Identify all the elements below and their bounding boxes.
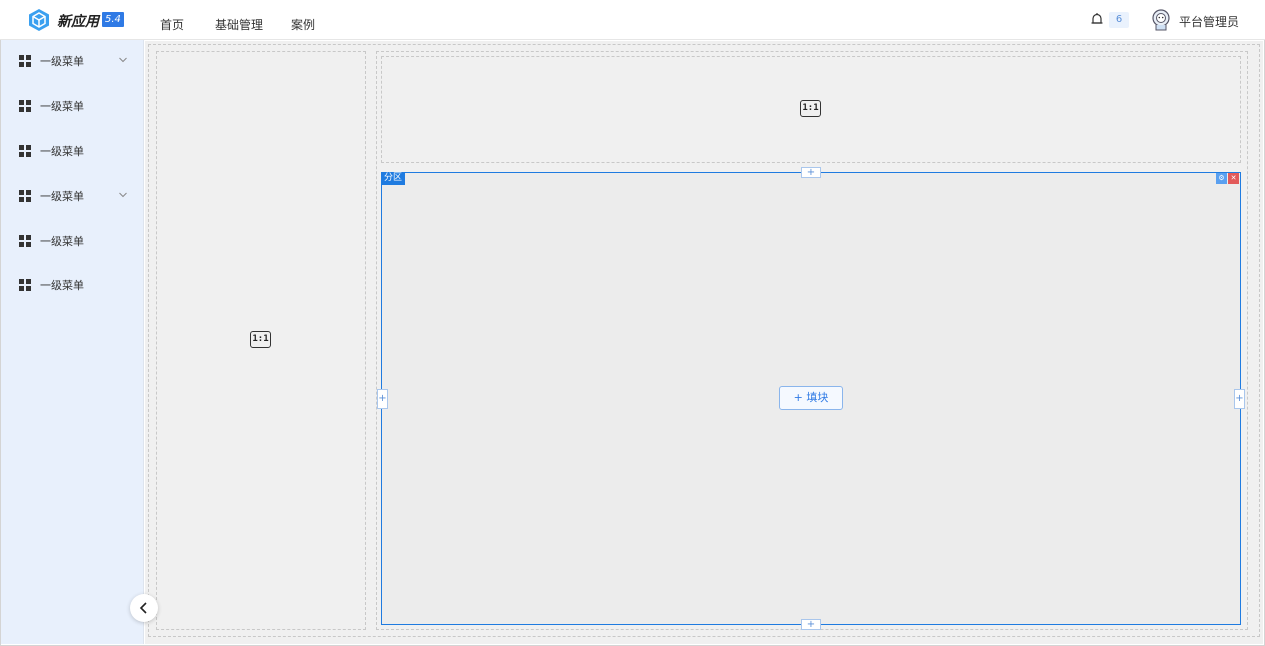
nav-home[interactable]: 首页 (160, 16, 184, 33)
sidebar-item-1[interactable]: 一级菜单 (1, 51, 144, 71)
ratio-icon[interactable]: 1:1 (800, 100, 821, 117)
grid-icon (19, 279, 31, 291)
sidebar-item-label: 一级菜单 (40, 235, 84, 248)
grid-icon (19, 55, 31, 67)
chevron-left-icon (139, 602, 147, 614)
app-logo-icon (29, 9, 49, 31)
sidebar: 一级菜单 一级菜单 一级菜单 一级菜单 一级菜单 一级菜单 (1, 40, 144, 644)
chevron-down-icon (119, 57, 127, 63)
top-header: 新应用 5.4 首页 基础管理 案例 6 平台管理员 (0, 0, 1265, 40)
add-left-button[interactable]: + (377, 389, 388, 409)
sidebar-item-label: 一级菜单 (40, 279, 84, 292)
sidebar-item-label: 一级菜单 (40, 145, 84, 158)
plus-icon: + (793, 391, 803, 404)
chevron-down-icon (119, 192, 127, 198)
nav-basic-management[interactable]: 基础管理 (215, 16, 263, 33)
sidebar-item-label: 一级菜单 (40, 100, 84, 113)
fill-block-button[interactable]: + 填块 (779, 386, 843, 410)
sidebar-item-6[interactable]: 一级菜单 (1, 275, 144, 295)
grid-icon (19, 145, 31, 157)
sidebar-item-label: 一级菜单 (40, 55, 84, 68)
sidebar-item-2[interactable]: 一级菜单 (1, 96, 144, 116)
section-label: 分区 (381, 172, 406, 185)
sidebar-item-4[interactable]: 一级菜单 (1, 186, 144, 206)
close-icon[interactable]: ✕ (1228, 173, 1239, 184)
avatar[interactable] (1151, 9, 1171, 31)
settings-icon[interactable]: ⚙ (1216, 173, 1227, 184)
version-badge: 5.4 (102, 12, 124, 27)
ratio-icon[interactable]: 1:1 (250, 331, 271, 348)
sidebar-collapse-button[interactable] (130, 594, 158, 622)
app-name: 新应用 (57, 14, 99, 30)
sidebar-item-3[interactable]: 一级菜单 (1, 141, 144, 161)
grid-icon (19, 100, 31, 112)
grid-icon (19, 235, 31, 247)
sidebar-item-5[interactable]: 一级菜单 (1, 231, 144, 251)
fill-block-label: 填块 (806, 391, 829, 404)
sidebar-item-label: 一级菜单 (40, 190, 84, 203)
bell-icon[interactable] (1090, 12, 1104, 27)
grid-icon (19, 190, 31, 202)
nav-cases[interactable]: 案例 (291, 16, 315, 33)
user-name[interactable]: 平台管理员 (1179, 13, 1239, 30)
add-below-button[interactable]: + (801, 619, 821, 630)
add-right-button[interactable]: + (1234, 389, 1245, 409)
add-above-button[interactable]: + (801, 167, 821, 178)
notification-count-badge[interactable]: 6 (1109, 12, 1129, 28)
